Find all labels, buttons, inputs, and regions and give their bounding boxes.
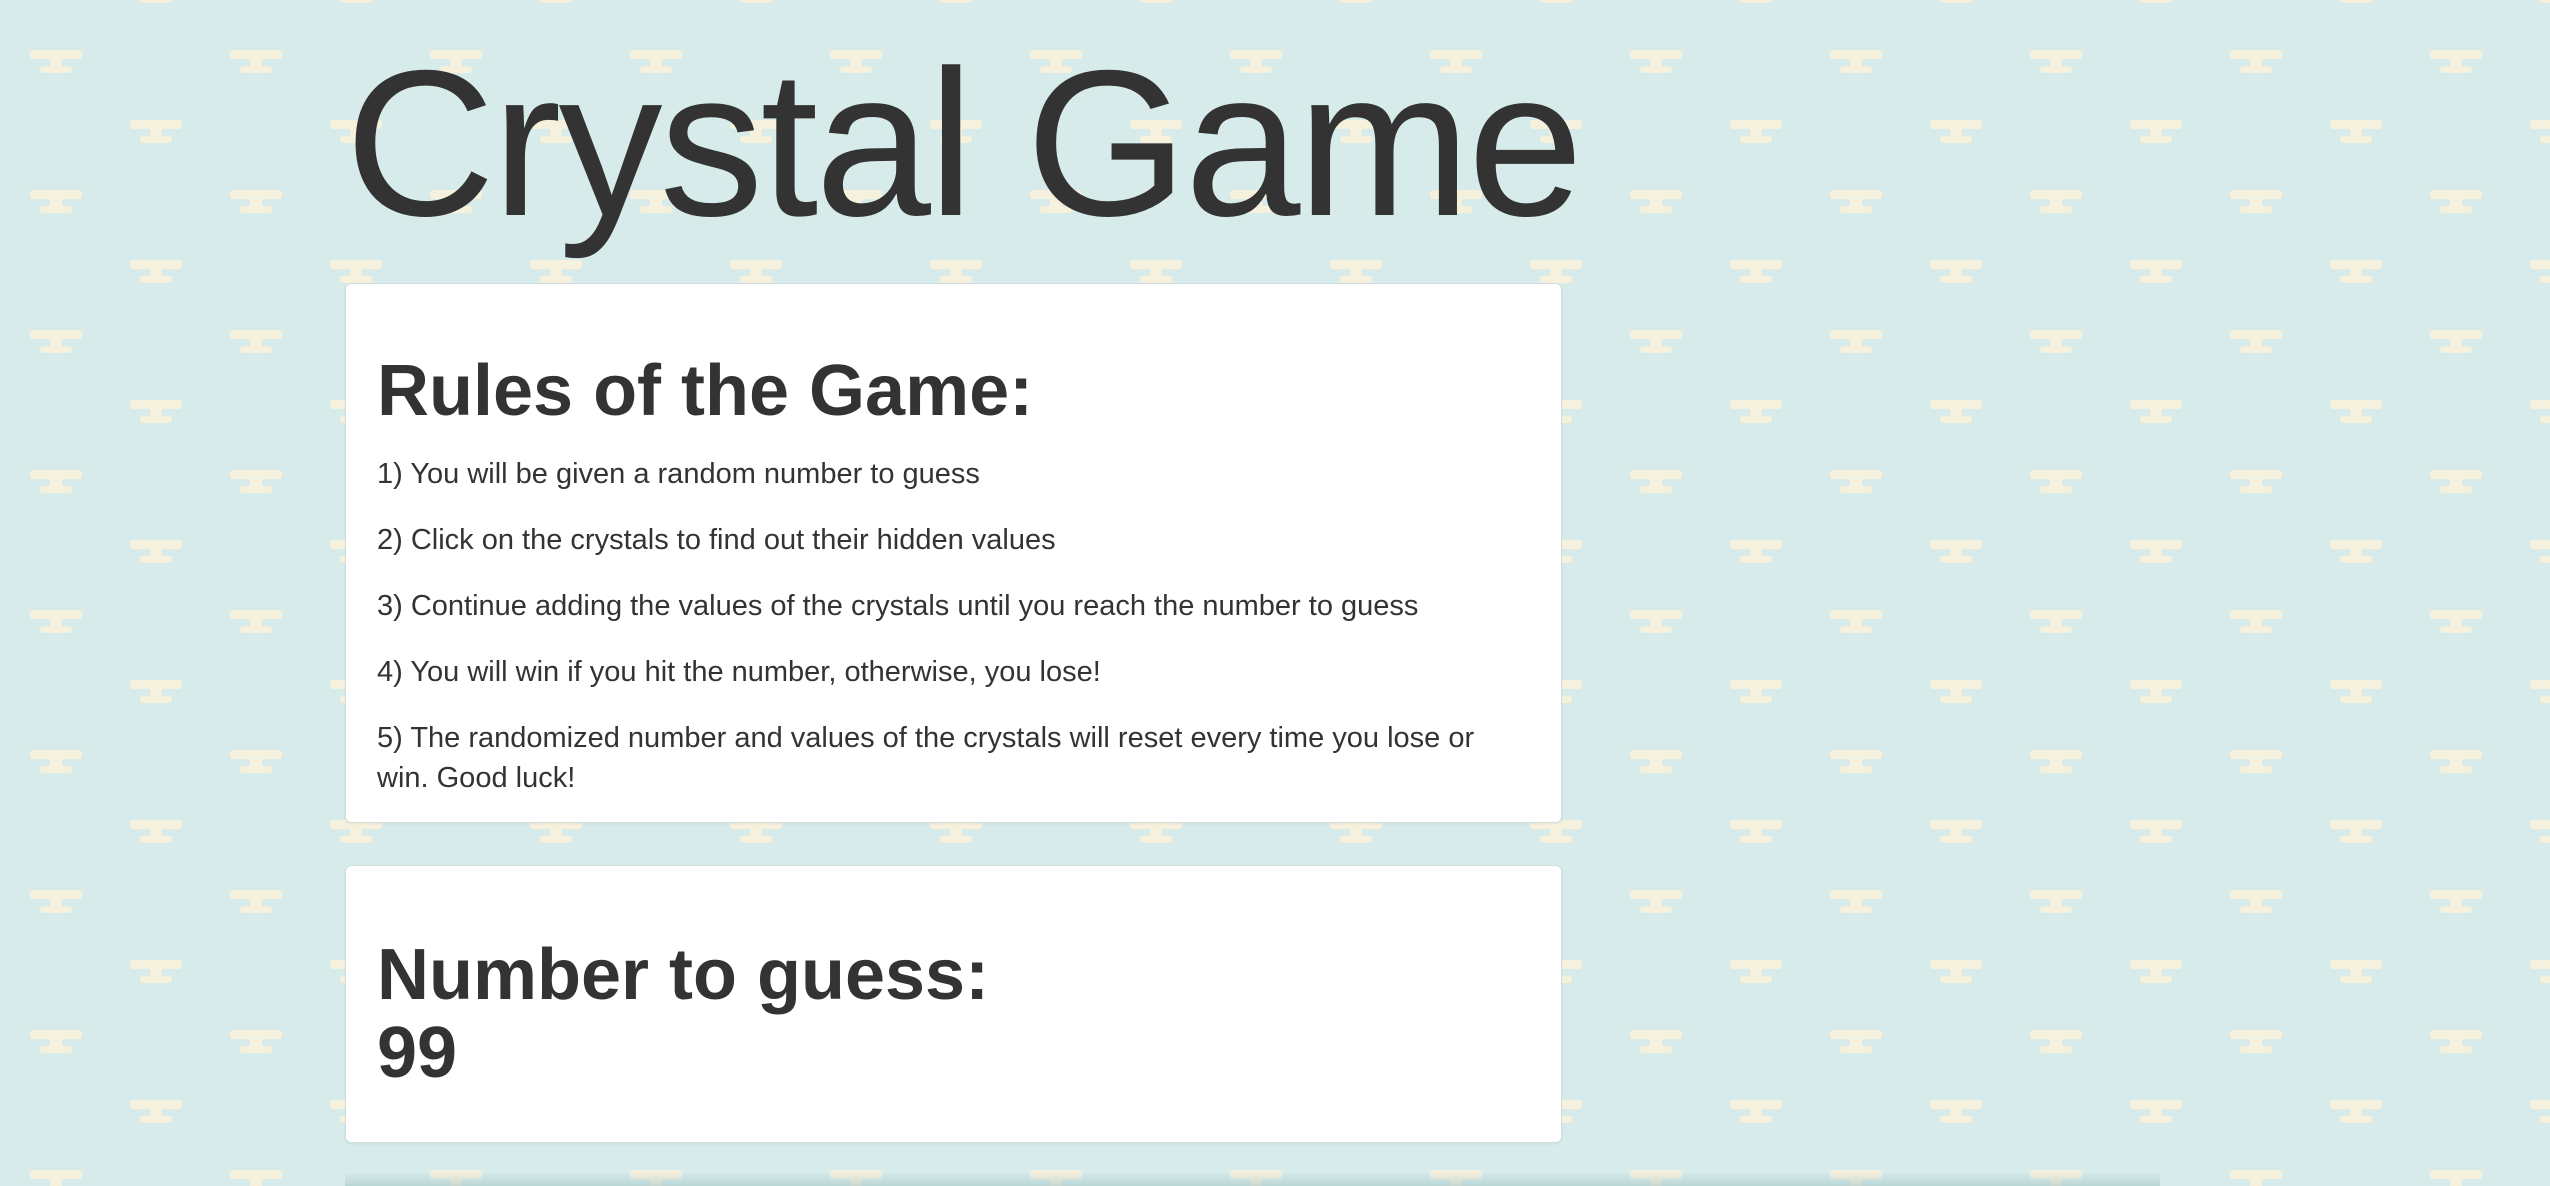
page-title: Crystal Game	[345, 28, 1583, 260]
rule-item: 2) Click on the crystals to find out the…	[377, 523, 1056, 556]
rule-item: 1) You will be given a random number to …	[377, 457, 980, 490]
number-to-guess-heading: Number to guess:	[377, 935, 990, 1015]
next-panel-edge	[345, 1172, 2160, 1186]
rules-heading: Rules of the Game:	[377, 351, 1034, 431]
number-to-guess-panel: Number to guess: 99	[345, 865, 1562, 1143]
rule-item: 5) The randomized number and values of t…	[377, 721, 1475, 794]
rule-item: 4) You will win if you hit the number, o…	[377, 655, 1101, 688]
number-to-guess-value: 99	[377, 1012, 458, 1093]
rules-panel: Rules of the Game: 1) You will be given …	[345, 283, 1562, 823]
rule-item: 3) Continue adding the values of the cry…	[377, 589, 1419, 622]
